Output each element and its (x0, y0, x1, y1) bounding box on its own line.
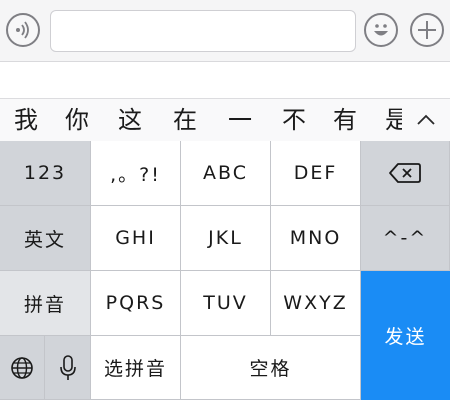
chevron-up-icon (417, 114, 435, 125)
punctuation-key[interactable]: ,。?! (91, 141, 181, 206)
plus-icon (418, 21, 436, 39)
english-key[interactable]: 英文 (0, 206, 91, 271)
key-abc[interactable]: ABC (181, 141, 271, 206)
switch-keyboard-key[interactable] (0, 336, 45, 400)
pinyin-key[interactable]: 拼音 (0, 271, 91, 336)
emoticon-key[interactable]: ^-^ (361, 206, 450, 271)
backspace-icon (389, 163, 421, 183)
candidate-word[interactable]: 不 (282, 104, 306, 136)
chat-blank-area (0, 62, 450, 98)
key-ghi[interactable]: GHI (91, 206, 181, 271)
key-pqrs[interactable]: PQRS (91, 271, 181, 336)
candidate-word[interactable]: 一 (228, 104, 252, 136)
key-def[interactable]: DEF (271, 141, 361, 206)
candidate-bar: 我 你 这 在 一 不 有 是 (0, 98, 450, 141)
chat-input-bar (0, 0, 450, 62)
more-options-button[interactable] (410, 13, 444, 47)
nine-key-keyboard: 123 ,。?! ABC DEF 英文 GHI JKL MNO ^-^ 拼音 P… (0, 141, 450, 400)
candidate-word[interactable]: 我 (14, 104, 38, 136)
smiley-face-icon (374, 24, 388, 36)
backspace-key[interactable] (361, 141, 450, 206)
expand-candidates-button[interactable] (402, 99, 450, 141)
candidate-word[interactable]: 你 (65, 104, 89, 136)
microphone-icon (59, 354, 76, 380)
numbers-key[interactable]: 123 (0, 141, 91, 206)
candidate-word[interactable]: 这 (118, 104, 142, 136)
space-key[interactable]: 空格 (181, 336, 361, 400)
candidate-word[interactable]: 在 (173, 104, 197, 136)
candidate-word[interactable]: 有 (333, 104, 357, 136)
message-text-field[interactable] (50, 10, 356, 52)
send-button[interactable]: 发送 (361, 271, 450, 400)
key-tuv[interactable]: TUV (181, 271, 271, 336)
voice-wave-icon (16, 21, 29, 39)
globe-icon (11, 356, 33, 379)
choose-pinyin-key[interactable]: 选拼音 (91, 336, 181, 400)
key-mno[interactable]: MNO (271, 206, 361, 271)
key-wxyz[interactable]: WXYZ (271, 271, 361, 336)
key-jkl[interactable]: JKL (181, 206, 271, 271)
emoji-button[interactable] (364, 13, 398, 47)
dictation-key[interactable] (45, 336, 91, 400)
voice-input-button[interactable] (6, 13, 40, 47)
